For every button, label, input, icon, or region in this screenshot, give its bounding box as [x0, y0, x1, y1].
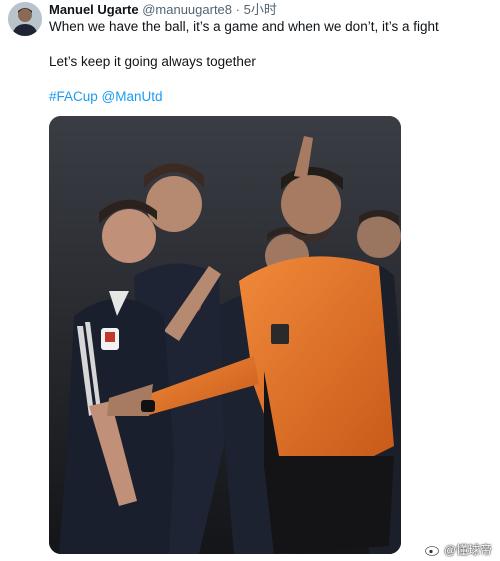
header-separator: ·: [235, 2, 240, 17]
hashtag-link[interactable]: #FACup: [49, 89, 98, 104]
mention-link[interactable]: @ManUtd: [102, 89, 163, 104]
post-tags-line: #FACup @ManUtd: [49, 88, 163, 106]
post-text-line-1: When we have the ball, it’s a game and w…: [49, 19, 439, 34]
post-header: Manuel Ugarte @manuugarte8 · 5小时: [49, 2, 277, 18]
photo-illustration: [49, 116, 401, 554]
tweet-page: Manuel Ugarte @manuugarte8 · 5小时 When we…: [0, 0, 500, 561]
author-name[interactable]: Manuel Ugarte: [49, 2, 139, 17]
avatar[interactable]: [8, 2, 42, 36]
author-handle[interactable]: @manuugarte8: [142, 2, 232, 17]
post-time[interactable]: 5小时: [244, 2, 277, 17]
post-photo[interactable]: [49, 116, 401, 554]
post-text-line-2: Let’s keep it going always together: [49, 54, 256, 69]
watermark: @懂球帝: [424, 541, 492, 558]
watermark-text: @懂球帝: [443, 543, 492, 557]
weibo-icon: [424, 543, 441, 556]
